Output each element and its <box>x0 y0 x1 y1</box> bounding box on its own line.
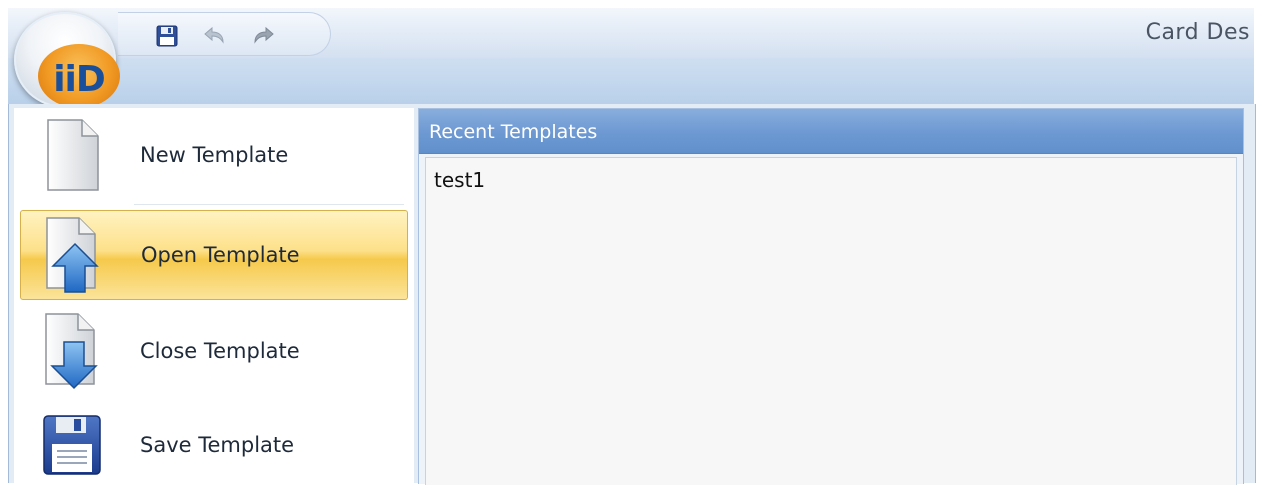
app-logo-text: iiD <box>53 58 106 100</box>
menu-item-label: Close Template <box>140 339 300 363</box>
save-template-button[interactable]: Save Template <box>20 400 408 490</box>
ribbon-strip <box>8 58 1254 105</box>
iid-logo-icon: iiD <box>38 44 120 108</box>
open-template-button[interactable]: Open Template <box>20 210 408 300</box>
new-template-button[interactable]: New Template <box>20 110 408 200</box>
close-document-icon <box>32 311 112 391</box>
title-bar: Card Des <box>8 8 1254 59</box>
undo-button[interactable] <box>202 23 228 49</box>
menu-item-label: Save Template <box>140 433 295 457</box>
new-document-icon <box>32 115 112 195</box>
quick-access-toolbar <box>118 12 331 56</box>
open-document-icon <box>33 215 113 295</box>
window-title: Card Des <box>1145 20 1250 45</box>
menu-item-label: New Template <box>140 143 289 167</box>
menu-items-panel: New Template Open Template Close Templat… <box>14 108 414 483</box>
recent-templates-list: test1 <box>425 157 1237 485</box>
application-menu-button[interactable]: iiD <box>14 12 120 108</box>
floppy-disk-icon <box>32 405 112 485</box>
menu-item-label: Open Template <box>141 243 300 267</box>
redo-arrow-icon <box>254 26 274 44</box>
close-template-button[interactable]: Close Template <box>20 306 408 396</box>
undo-arrow-icon <box>204 26 224 44</box>
recent-templates-panel: Recent Templates test1 <box>418 108 1244 485</box>
floppy-disk-icon <box>156 25 178 47</box>
recent-template-item[interactable]: test1 <box>434 168 485 192</box>
save-button[interactable] <box>154 23 180 49</box>
menu-separator <box>134 204 404 205</box>
recent-templates-title: Recent Templates <box>429 121 598 143</box>
recent-templates-header: Recent Templates <box>419 109 1243 154</box>
redo-button[interactable] <box>250 23 276 49</box>
